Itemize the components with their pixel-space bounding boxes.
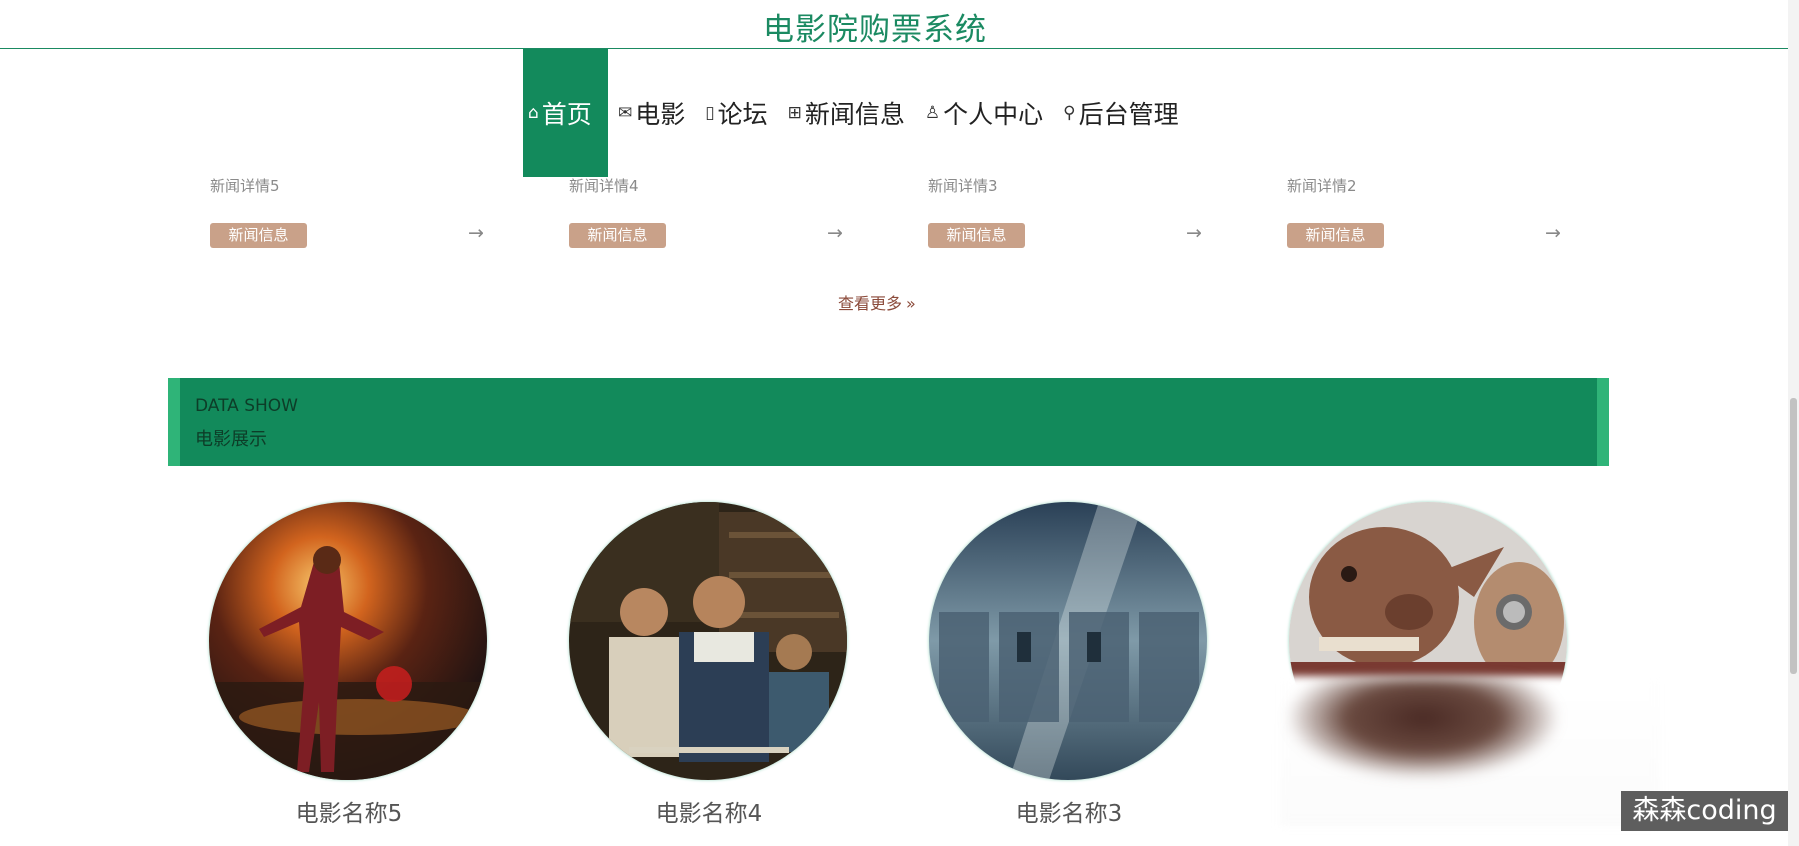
- arrow-right-icon[interactable]: →: [468, 222, 484, 244]
- news-card[interactable]: 新闻详情3 新闻信息 →: [918, 170, 1208, 260]
- nav-news-label: 新闻信息: [804, 100, 905, 129]
- movie-card[interactable]: 电影名称5: [209, 502, 489, 828]
- news-card[interactable]: 新闻详情5 新闻信息 →: [200, 170, 490, 260]
- news-tag: 新闻信息: [928, 223, 1025, 248]
- news-card[interactable]: 新闻详情4 新闻信息 →: [559, 170, 849, 260]
- click-indicator: [376, 666, 412, 702]
- movie-poster[interactable]: [209, 502, 487, 780]
- document-icon: ▯: [705, 103, 715, 123]
- section-title-en: DATA SHOW: [195, 396, 298, 416]
- news-card[interactable]: 新闻详情2 新闻信息 →: [1277, 170, 1567, 260]
- movie-card[interactable]: 电影名称4: [569, 502, 849, 828]
- nav-home-label: 首页: [541, 100, 592, 129]
- blur-overlay: [1288, 678, 1558, 778]
- nav-profile[interactable]: ♙ 个人中心: [915, 49, 1053, 177]
- main-nav: ⌂ 首页 ✉ 电影 ▯ 论坛 ⊞ 新闻信息 ♙ 个人中心 ⚲ 后台管理: [523, 49, 1189, 177]
- user-icon: ♙: [924, 103, 941, 123]
- movie-poster[interactable]: [569, 502, 847, 780]
- news-tag: 新闻信息: [1287, 223, 1384, 248]
- movie-card[interactable]: 电影名称3: [929, 502, 1209, 828]
- view-more-label: 查看更多: [838, 294, 903, 313]
- scrollbar-thumb[interactable]: [1790, 398, 1797, 674]
- link-icon: ⚲: [1063, 103, 1076, 123]
- site-title: 电影院购票系统: [763, 12, 987, 48]
- arrow-right-icon[interactable]: →: [1186, 222, 1202, 244]
- nav-profile-label: 个人中心: [943, 100, 1044, 129]
- section-header: DATA SHOW 电影展示: [168, 378, 1609, 466]
- movie-name[interactable]: 电影名称4: [569, 794, 849, 828]
- home-icon: ⌂: [528, 103, 539, 123]
- news-title[interactable]: 新闻详情4: [569, 175, 639, 196]
- news-title[interactable]: 新闻详情3: [928, 175, 998, 196]
- mail-icon: ✉: [618, 103, 633, 123]
- double-chevron-right-icon: »: [906, 294, 916, 313]
- news-list: 新闻详情5 新闻信息 → 新闻详情4 新闻信息 → 新闻详情3 新闻信息 → 新…: [200, 170, 1600, 260]
- nav-admin[interactable]: ⚲ 后台管理: [1053, 49, 1188, 177]
- nav-home[interactable]: ⌂ 首页: [523, 49, 608, 177]
- news-title[interactable]: 新闻详情5: [210, 175, 280, 196]
- movie-name[interactable]: 电影名称3: [929, 794, 1209, 828]
- section-title-cn: 电影展示: [195, 429, 267, 450]
- movie-poster[interactable]: [929, 502, 1207, 780]
- arrow-right-icon[interactable]: →: [1545, 222, 1561, 244]
- header-bar: 电影院购票系统: [0, 0, 1788, 49]
- nav-movies-label: 电影: [635, 100, 686, 129]
- nav-admin-label: 后台管理: [1078, 100, 1179, 129]
- nav-news[interactable]: ⊞ 新闻信息: [778, 49, 915, 177]
- nav-forum[interactable]: ▯ 论坛: [695, 49, 777, 177]
- nav-forum-label: 论坛: [717, 100, 768, 129]
- news-tag: 新闻信息: [569, 223, 666, 248]
- gift-icon: ⊞: [787, 103, 802, 123]
- movie-name[interactable]: 电影名称5: [209, 794, 489, 828]
- watermark: 森森coding: [1621, 791, 1788, 831]
- nav-movies[interactable]: ✉ 电影: [608, 49, 695, 177]
- view-more-link[interactable]: 查看更多»: [838, 290, 916, 314]
- news-tag: 新闻信息: [210, 223, 307, 248]
- arrow-right-icon[interactable]: →: [827, 222, 843, 244]
- news-title[interactable]: 新闻详情2: [1287, 175, 1357, 196]
